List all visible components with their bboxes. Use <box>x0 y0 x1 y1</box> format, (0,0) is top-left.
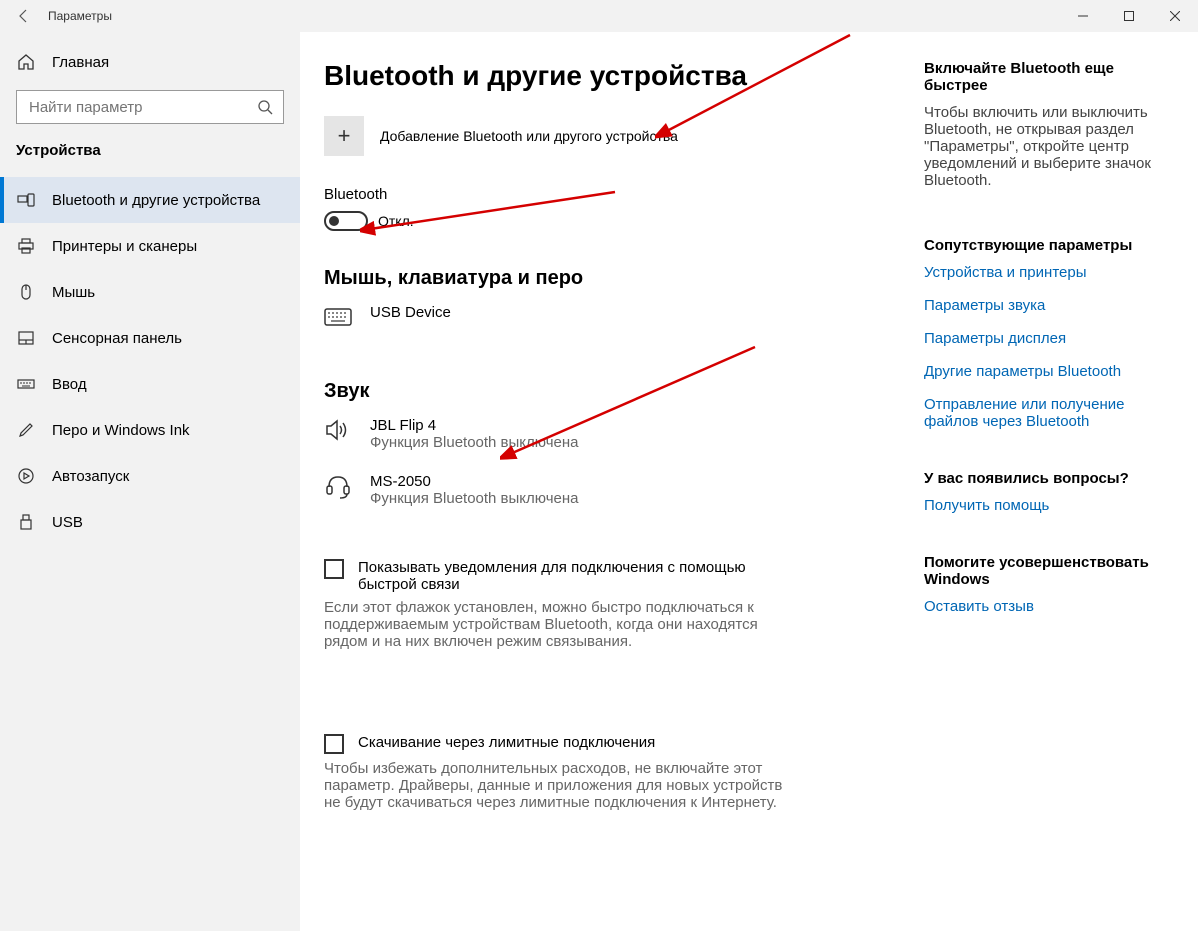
sidebar-item-label: Мышь <box>52 284 95 301</box>
keyboard-icon <box>16 374 36 394</box>
minimize-button[interactable] <box>1060 0 1106 32</box>
bluetooth-state: Откл. <box>378 213 414 229</box>
printer-icon <box>16 236 36 256</box>
device-jbl-row[interactable]: JBL Flip 4 Функция Bluetooth выключена <box>324 417 884 451</box>
quick-pair-checkbox[interactable] <box>324 559 344 579</box>
back-button[interactable] <box>0 0 48 32</box>
sidebar-item-label: Автозапуск <box>52 468 129 485</box>
sidebar-item-typing[interactable]: Ввод <box>0 361 300 407</box>
titlebar: Параметры <box>0 0 1198 32</box>
add-device-button[interactable]: + <box>324 116 364 156</box>
device-ms2050-row[interactable]: MS-2050 Функция Bluetooth выключена <box>324 473 884 507</box>
sidebar-item-label: Сенсорная панель <box>52 330 182 347</box>
sidebar-item-label: Ввод <box>52 376 87 393</box>
add-device-row[interactable]: + Добавление Bluetooth или другого устро… <box>324 116 884 156</box>
touchpad-icon <box>16 328 36 348</box>
nav-home-label: Главная <box>52 54 109 71</box>
devices-icon <box>16 190 36 210</box>
main-content: Bluetooth и другие устройства + Добавлен… <box>300 32 1198 931</box>
mouse-icon <box>16 282 36 302</box>
link-display-settings[interactable]: Параметры дисплея <box>924 330 1174 347</box>
bluetooth-heading: Bluetooth <box>324 186 884 203</box>
metered-label: Скачивание через лимитные подключения <box>358 734 655 754</box>
aside-help-title: У вас появились вопросы? <box>924 470 1174 487</box>
sidebar-section-heading: Устройства <box>0 142 300 177</box>
aside-feedback-title: Помогите усовершенствовать Windows <box>924 554 1174 588</box>
autoplay-icon <box>16 466 36 486</box>
window-title: Параметры <box>48 9 112 23</box>
keyboard-icon <box>324 304 352 328</box>
link-send-receive-bt[interactable]: Отправление или получение файлов через B… <box>924 396 1174 430</box>
aside-panel: Включайте Bluetooth еще быстрее Чтобы вк… <box>924 60 1174 931</box>
device-name: USB Device <box>370 304 451 321</box>
sidebar-item-label: USB <box>52 514 83 531</box>
device-name: MS-2050 <box>370 473 579 490</box>
group-sound-heading: Звук <box>324 380 884 403</box>
add-device-label: Добавление Bluetooth или другого устройс… <box>380 128 678 144</box>
sidebar-item-pen[interactable]: Перо и Windows Ink <box>0 407 300 453</box>
window-controls <box>1060 0 1198 32</box>
sidebar-item-label: Принтеры и сканеры <box>52 238 197 255</box>
device-status: Функция Bluetooth выключена <box>370 490 579 507</box>
sidebar-item-label: Перо и Windows Ink <box>52 422 190 439</box>
close-button[interactable] <box>1152 0 1198 32</box>
bluetooth-toggle[interactable] <box>324 211 368 231</box>
device-name: JBL Flip 4 <box>370 417 579 434</box>
headset-icon <box>324 473 352 497</box>
metered-description: Чтобы избежать дополнительных расходов, … <box>324 760 784 811</box>
usb-icon <box>16 512 36 532</box>
nav-home[interactable]: Главная <box>0 52 300 90</box>
pen-icon <box>16 420 36 440</box>
search-input[interactable] <box>27 98 257 117</box>
device-usb-row[interactable]: USB Device <box>324 304 884 328</box>
link-sound-settings[interactable]: Параметры звука <box>924 297 1174 314</box>
sidebar-item-bluetooth[interactable]: Bluetooth и другие устройства <box>0 177 300 223</box>
plus-icon: + <box>338 123 351 149</box>
sidebar-item-label: Bluetooth и другие устройства <box>52 192 260 209</box>
search-box[interactable] <box>16 90 284 124</box>
speaker-icon <box>324 417 352 441</box>
link-feedback[interactable]: Оставить отзыв <box>924 598 1174 615</box>
search-icon <box>257 99 273 115</box>
sidebar-item-usb[interactable]: USB <box>0 499 300 545</box>
quick-pair-label: Показывать уведомления для подключения с… <box>358 559 778 593</box>
home-icon <box>16 52 36 72</box>
sidebar: Главная Устройства Bluetooth и другие ус… <box>0 32 300 931</box>
sidebar-item-mouse[interactable]: Мышь <box>0 269 300 315</box>
aside-tip-title: Включайте Bluetooth еще быстрее <box>924 60 1174 94</box>
group-mouse-heading: Мышь, клавиатура и перо <box>324 267 884 290</box>
maximize-button[interactable] <box>1106 0 1152 32</box>
device-status: Функция Bluetooth выключена <box>370 434 579 451</box>
sidebar-item-autoplay[interactable]: Автозапуск <box>0 453 300 499</box>
metered-checkbox[interactable] <box>324 734 344 754</box>
aside-related-title: Сопутствующие параметры <box>924 237 1174 254</box>
link-devices-printers[interactable]: Устройства и принтеры <box>924 264 1174 281</box>
aside-tip-text: Чтобы включить или выключить Bluetooth, … <box>924 104 1174 189</box>
page-title: Bluetooth и другие устройства <box>324 60 884 92</box>
sidebar-item-touchpad[interactable]: Сенсорная панель <box>0 315 300 361</box>
sidebar-item-printers[interactable]: Принтеры и сканеры <box>0 223 300 269</box>
link-more-bluetooth[interactable]: Другие параметры Bluetooth <box>924 363 1174 380</box>
link-get-help[interactable]: Получить помощь <box>924 497 1174 514</box>
quick-pair-description: Если этот флажок установлен, можно быстр… <box>324 599 784 650</box>
